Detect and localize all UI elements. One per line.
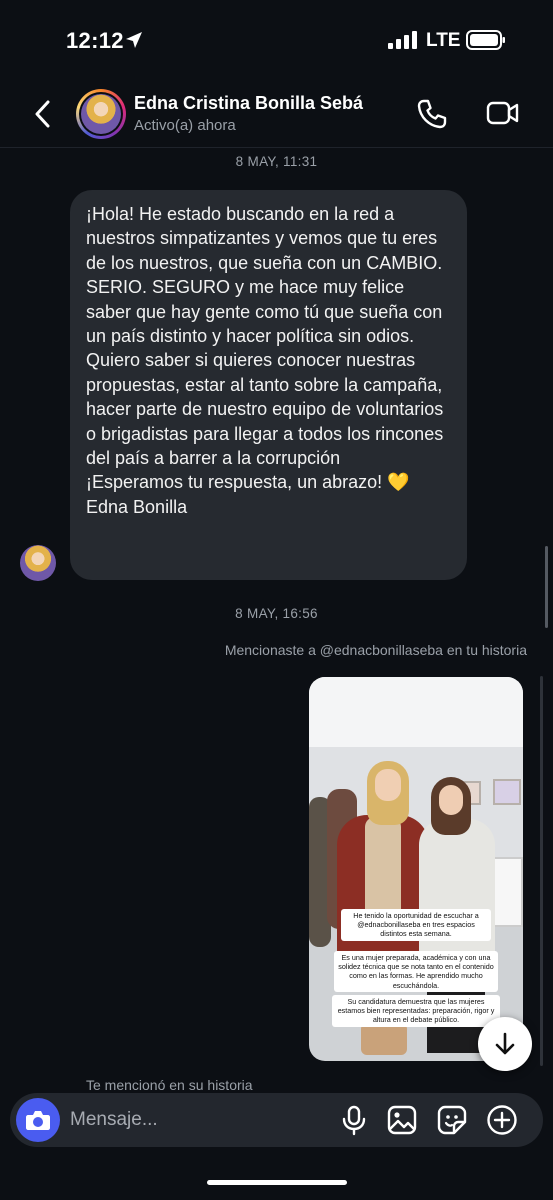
mention-note: Mencionaste a @ednacbonillaseba en tu hi… xyxy=(224,642,527,658)
camera-button[interactable] xyxy=(16,1098,60,1142)
message-paragraph: ¡Esperamos tu respuesta, un abrazo! xyxy=(86,472,383,493)
back-chevron-icon[interactable] xyxy=(30,98,56,130)
sender-avatar[interactable] xyxy=(20,545,56,581)
sticker-icon[interactable] xyxy=(436,1104,468,1136)
chat-header: Edna Cristina Bonilla Sebá Activo(a) aho… xyxy=(0,82,553,148)
phone-icon[interactable] xyxy=(416,98,448,130)
microphone-icon[interactable] xyxy=(338,1104,370,1136)
story-mention-image[interactable]: He tenido la oportunidad de escuchar a @… xyxy=(309,677,523,1061)
story-caption: Su candidatura demuestra que las mujeres… xyxy=(332,995,500,1027)
arrow-down-icon xyxy=(495,1032,515,1055)
message-signature: Edna Bonilla xyxy=(86,496,188,517)
heart-emoji: 💛 xyxy=(387,472,410,493)
contact-status: Activo(a) ahora xyxy=(134,117,236,134)
contact-name[interactable]: Edna Cristina Bonilla Sebá xyxy=(134,93,363,114)
mentioned-you-note: Te mencionó en su historia xyxy=(86,1077,253,1093)
plus-icon[interactable] xyxy=(486,1104,518,1136)
status-bar: 12:12 LTE xyxy=(0,0,553,82)
story-caption: Es una mujer preparada, académica y con … xyxy=(334,951,498,992)
location-arrow-icon xyxy=(126,32,142,48)
clock: 12:12 xyxy=(66,28,124,53)
timestamp: 8 MAY, 11:31 xyxy=(235,154,318,169)
message-paragraph: ¡Hola! He estado buscando en la red a nu… xyxy=(86,204,443,347)
message-composer xyxy=(10,1093,543,1147)
gallery-icon[interactable] xyxy=(386,1104,418,1136)
scrollbar-track xyxy=(540,676,543,1066)
contact-avatar[interactable] xyxy=(76,89,126,139)
battery-icon xyxy=(466,30,505,50)
video-camera-icon[interactable] xyxy=(486,98,520,128)
message-bubble[interactable]: ¡Hola! He estado buscando en la red a nu… xyxy=(70,190,467,580)
timestamp: 8 MAY, 16:56 xyxy=(235,606,318,621)
message-input[interactable] xyxy=(70,1106,310,1134)
story-caption: He tenido la oportunidad de escuchar a @… xyxy=(341,909,491,941)
scroll-to-bottom-button[interactable] xyxy=(478,1017,532,1071)
network-type: LTE xyxy=(426,30,461,51)
camera-icon xyxy=(26,1111,50,1130)
message-paragraph: Quiero saber si quieres conocer nuestras… xyxy=(86,350,444,469)
scrollbar-thumb[interactable] xyxy=(545,546,548,628)
signal-icon xyxy=(388,31,417,49)
home-indicator[interactable] xyxy=(207,1180,347,1185)
